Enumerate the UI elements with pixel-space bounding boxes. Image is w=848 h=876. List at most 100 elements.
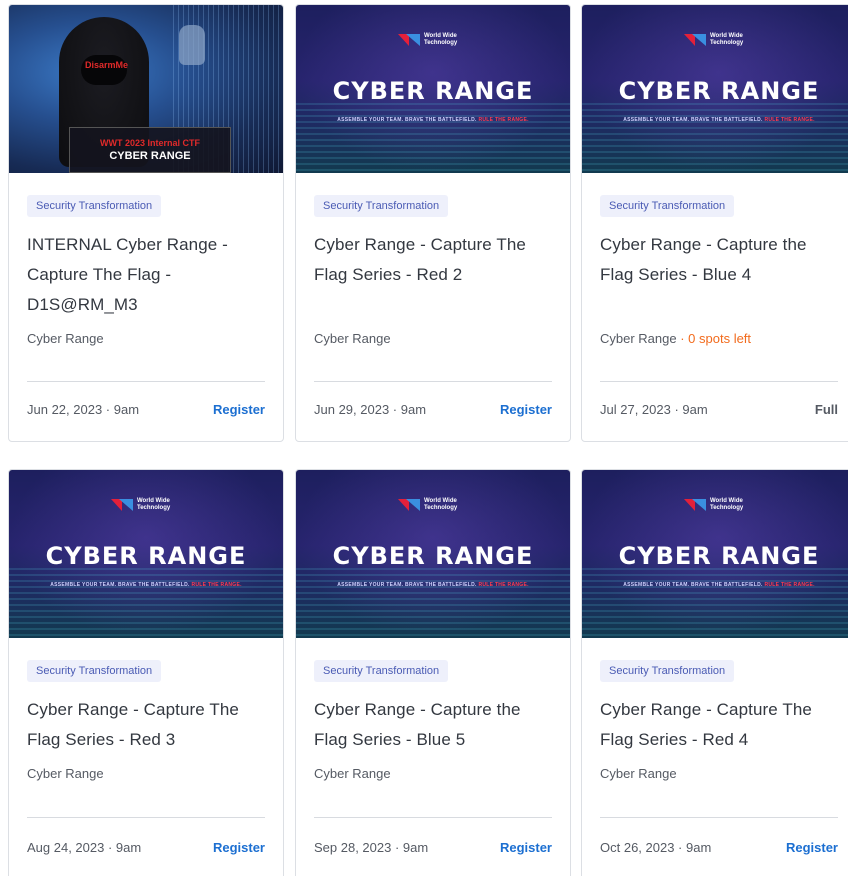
event-meta: Cyber Range · 0 spots left — [600, 331, 838, 351]
event-title[interactable]: Cyber Range - Capture the Flag Series - … — [314, 695, 552, 755]
tagline-main: ASSEMBLE YOUR TEAM. BRAVE THE BATTLEFIEL… — [623, 117, 763, 123]
tagline-accent: RULE THE RANGE. — [478, 117, 529, 123]
event-category: Cyber Range — [600, 766, 677, 781]
banner-tagline: ASSEMBLE YOUR TEAM. BRAVE THE BATTLEFIEL… — [296, 117, 570, 123]
event-card[interactable]: World Wide Technology CYBER RANGE ASSEMB… — [581, 4, 848, 442]
divider — [600, 381, 838, 382]
event-date: Sep 28, 2023 · 9am — [314, 840, 429, 855]
banner-title: CYBER RANGE — [618, 77, 820, 105]
register-button[interactable]: Register — [213, 840, 265, 855]
ctf-subtitle: WWT 2023 Internal CTF — [99, 138, 200, 148]
wwt-logo: World Wide Technology — [684, 33, 754, 47]
event-banner-image[interactable]: World Wide Technology CYBER RANGE ASSEMB… — [582, 470, 848, 638]
register-button[interactable]: Register — [213, 402, 265, 417]
ctf-title-box: WWT 2023 Internal CTF CYBER RANGE — [69, 127, 231, 173]
event-category: Cyber Range — [27, 331, 104, 346]
event-title[interactable]: INTERNAL Cyber Range - Capture The Flag … — [27, 230, 265, 320]
event-meta: Cyber Range — [600, 766, 838, 786]
event-meta: Cyber Range — [314, 331, 552, 351]
card-body: Security Transformation Cyber Range - Ca… — [9, 638, 283, 786]
wwt-logo: World Wide Technology — [398, 498, 468, 512]
divider — [600, 817, 838, 818]
event-category: Cyber Range — [27, 766, 104, 781]
tagline-main: ASSEMBLE YOUR TEAM. BRAVE THE BATTLEFIEL… — [337, 117, 477, 123]
event-banner-image[interactable]: World Wide Technology CYBER RANGE ASSEMB… — [9, 470, 283, 638]
tagline-accent: RULE THE RANGE. — [478, 582, 529, 588]
card-footer: Sep 28, 2023 · 9am Register — [314, 840, 552, 855]
banner-scanlines — [582, 103, 848, 173]
banner-scanlines — [9, 568, 283, 638]
tagline-main: ASSEMBLE YOUR TEAM. BRAVE THE BATTLEFIEL… — [337, 582, 477, 588]
full-status: Full — [814, 402, 838, 417]
event-meta: Cyber Range — [27, 766, 265, 786]
wwt-logo-text: World Wide Technology — [424, 33, 458, 46]
wwt-logo: World Wide Technology — [398, 33, 468, 47]
event-category: Cyber Range — [314, 331, 391, 346]
category-badge[interactable]: Security Transformation — [27, 660, 162, 682]
divider — [27, 381, 265, 382]
wwt-logo-text: World Wide Technology — [710, 33, 744, 46]
wwt-logo-text: World Wide Technology — [710, 498, 744, 511]
event-banner-image[interactable]: World Wide Technology CYBER RANGE ASSEMB… — [296, 470, 570, 638]
category-badge[interactable]: Security Transformation — [314, 195, 449, 217]
event-banner-image[interactable]: World Wide Technology CYBER RANGE ASSEMB… — [296, 5, 570, 173]
event-card[interactable]: World Wide Technology CYBER RANGE ASSEMB… — [295, 4, 571, 442]
tagline-main: ASSEMBLE YOUR TEAM. BRAVE THE BATTLEFIEL… — [50, 582, 190, 588]
spots-left: · 0 spots left — [676, 331, 752, 346]
event-date: Aug 24, 2023 · 9am — [27, 840, 142, 855]
banner-tagline: ASSEMBLE YOUR TEAM. BRAVE THE BATTLEFIEL… — [296, 582, 570, 588]
category-badge[interactable]: Security Transformation — [314, 660, 449, 682]
event-date: Jun 22, 2023 · 9am — [27, 402, 140, 417]
event-title[interactable]: Cyber Range - Capture The Flag Series - … — [27, 695, 265, 755]
banner-tagline: ASSEMBLE YOUR TEAM. BRAVE THE BATTLEFIEL… — [9, 582, 283, 588]
banner-scanlines — [582, 568, 848, 638]
event-card[interactable]: World Wide Technology CYBER RANGE ASSEMB… — [8, 469, 284, 876]
register-button[interactable]: Register — [786, 840, 838, 855]
event-meta: Cyber Range — [27, 331, 265, 351]
banner-title: CYBER RANGE — [332, 542, 534, 570]
wwt-logo-icon — [684, 499, 706, 511]
card-footer: Aug 24, 2023 · 9am Register — [27, 840, 265, 855]
ctf-title: CYBER RANGE — [109, 150, 191, 162]
banner-title: CYBER RANGE — [618, 542, 820, 570]
wwt-logo: World Wide Technology — [684, 498, 754, 512]
event-card[interactable]: World Wide Technology CYBER RANGE ASSEMB… — [295, 469, 571, 876]
banner-scanlines — [296, 103, 570, 173]
tagline-accent: RULE THE RANGE. — [764, 117, 815, 123]
category-badge[interactable]: Security Transformation — [600, 195, 735, 217]
wwt-logo-text: World Wide Technology — [137, 498, 171, 511]
event-category: Cyber Range — [600, 331, 677, 346]
event-card[interactable]: DisarmMe WWT 2023 Internal CTF CYBER RAN… — [8, 4, 284, 442]
event-title[interactable]: Cyber Range - Capture The Flag Series - … — [314, 230, 552, 320]
banner-tagline: ASSEMBLE YOUR TEAM. BRAVE THE BATTLEFIEL… — [582, 117, 848, 123]
card-footer: Jun 29, 2023 · 9am Register — [314, 402, 552, 417]
card-body: Security Transformation Cyber Range - Ca… — [296, 638, 570, 786]
divider — [27, 817, 265, 818]
card-footer: Jul 27, 2023 · 9am Full — [600, 402, 838, 417]
banner-title: CYBER RANGE — [332, 77, 534, 105]
register-button[interactable]: Register — [500, 840, 552, 855]
wwt-logo-icon — [398, 34, 420, 46]
event-date: Jun 29, 2023 · 9am — [314, 402, 427, 417]
event-banner-image[interactable]: DisarmMe WWT 2023 Internal CTF CYBER RAN… — [9, 5, 283, 173]
tagline-main: ASSEMBLE YOUR TEAM. BRAVE THE BATTLEFIEL… — [623, 582, 763, 588]
wwt-logo-icon — [111, 499, 133, 511]
event-card[interactable]: World Wide Technology CYBER RANGE ASSEMB… — [581, 469, 848, 876]
category-badge[interactable]: Security Transformation — [27, 195, 162, 217]
card-footer: Jun 22, 2023 · 9am Register — [27, 402, 265, 417]
category-badge[interactable]: Security Transformation — [600, 660, 735, 682]
event-title[interactable]: Cyber Range - Capture The Flag Series - … — [600, 695, 838, 755]
card-body: Security Transformation INTERNAL Cyber R… — [9, 173, 283, 351]
event-banner-image[interactable]: World Wide Technology CYBER RANGE ASSEMB… — [582, 5, 848, 173]
event-category: Cyber Range — [314, 766, 391, 781]
register-button[interactable]: Register — [500, 402, 552, 417]
event-card-grid: DisarmMe WWT 2023 Internal CTF CYBER RAN… — [0, 0, 848, 876]
event-title[interactable]: Cyber Range - Capture the Flag Series - … — [600, 230, 838, 320]
event-date: Jul 27, 2023 · 9am — [600, 402, 708, 417]
wwt-logo-text: World Wide Technology — [424, 498, 458, 511]
tagline-accent: RULE THE RANGE. — [764, 582, 815, 588]
event-date: Oct 26, 2023 · 9am — [600, 840, 712, 855]
hacker-name-text: DisarmMe — [85, 60, 129, 70]
divider — [314, 817, 552, 818]
wwt-logo: World Wide Technology — [111, 498, 181, 512]
